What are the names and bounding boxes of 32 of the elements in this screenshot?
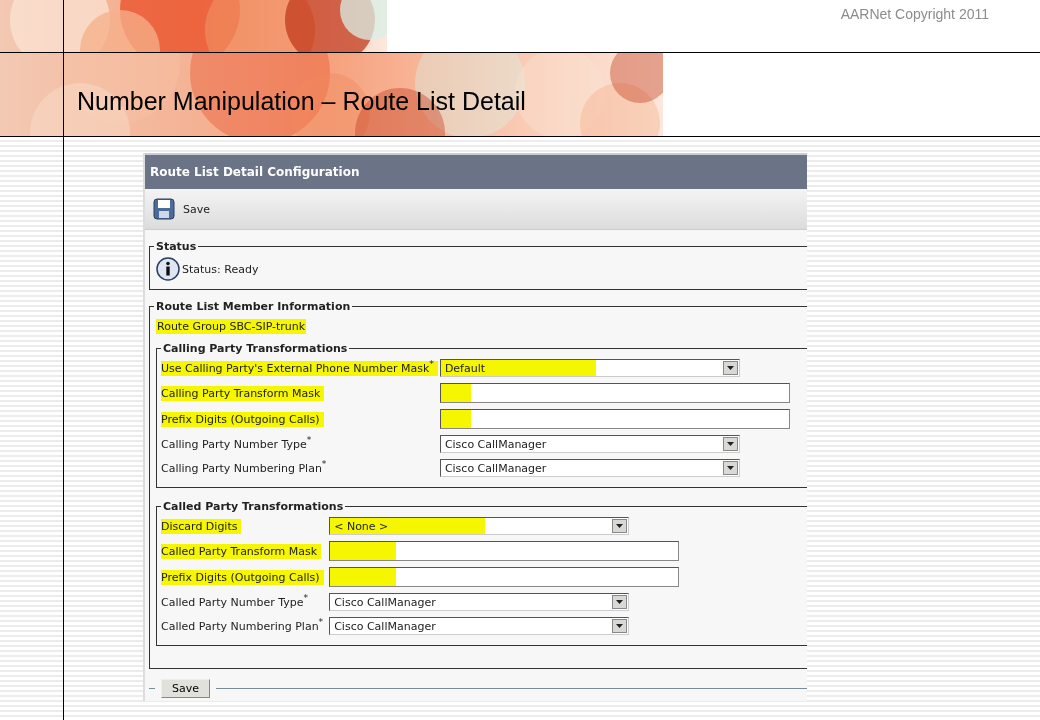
save-button[interactable]: Save xyxy=(153,198,210,220)
dropdown-field[interactable]: Default xyxy=(439,359,740,377)
dropdown-field[interactable]: Cisco CallManager xyxy=(329,593,630,611)
field-label: Calling Party Numbering Plan$^{*}$ xyxy=(161,460,328,476)
dropdown-field[interactable]: Cisco CallManager xyxy=(439,459,740,477)
input-field[interactable] xyxy=(439,383,790,403)
field-label: Discard Digits xyxy=(161,518,242,534)
section-legend: Route List Member Information xyxy=(154,300,353,313)
field-label: Prefix Digits (Outgoing Calls) xyxy=(161,569,324,585)
input-field[interactable] xyxy=(439,409,790,429)
route-group-text: Route Group SBC-SIP-trunk xyxy=(156,319,307,334)
section-legend: Called Party Transformations xyxy=(161,500,346,513)
field-label: Calling Party Number Type$^{*}$ xyxy=(161,436,313,452)
section-legend: Status xyxy=(154,240,199,253)
save-button[interactable]: Save xyxy=(161,679,210,698)
info-icon xyxy=(156,257,180,281)
section-legend: Calling Party Transformations xyxy=(161,342,350,355)
copyright-text: AARNet Copyright 2011 xyxy=(840,6,989,22)
field-label: Use Calling Party's External Phone Number Mask$^{*}$ xyxy=(161,360,438,376)
field-label: Called Party Numbering Plan$^{*}$ xyxy=(161,618,325,634)
dropdown-field[interactable]: Cisco CallManager xyxy=(439,435,740,453)
field-label: Called Party Number Type$^{*}$ xyxy=(161,594,310,610)
input-field[interactable] xyxy=(329,567,680,587)
input-field[interactable] xyxy=(329,541,680,561)
dropdown-field[interactable]: Cisco CallManager xyxy=(329,617,630,635)
status-message: Status: Ready xyxy=(182,262,259,276)
field-label: Calling Party Transform Mask xyxy=(161,385,325,401)
dropdown-field[interactable]: < None > xyxy=(329,517,630,535)
field-label: Called Party Transform Mask xyxy=(161,543,322,559)
slide-title: Number Manipulation – Route List Detail xyxy=(77,87,526,115)
field-label: Prefix Digits (Outgoing Calls) xyxy=(161,411,324,427)
panel-title: Route List Detail Configuration xyxy=(150,165,360,179)
